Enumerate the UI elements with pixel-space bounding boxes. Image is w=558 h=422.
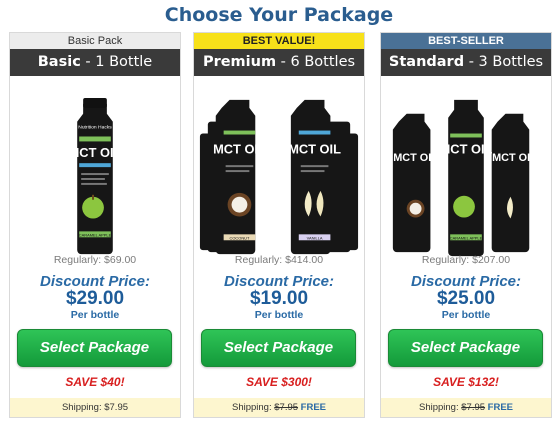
package-card-standard: BEST-SELLER Standard - 3 Bottles MCT OIL…	[380, 32, 552, 418]
select-package-button[interactable]: Select Package	[388, 329, 543, 367]
package-heading: Premium - 6 Bottles	[194, 49, 364, 76]
shipping-old-price: $7.95	[461, 402, 486, 413]
flavor-label: CARAMEL APPLE	[79, 232, 112, 237]
discount-price: $19.00	[249, 288, 309, 309]
package-name: Standard	[388, 54, 465, 70]
package-name: Basic	[37, 54, 81, 70]
page-title: Choose Your Package	[164, 4, 394, 26]
package-badge: BEST-SELLER	[381, 33, 551, 49]
shipping-label: Shipping:	[61, 402, 102, 413]
bottle-title: MCT OIL	[213, 141, 266, 156]
regular-price: Regularly: $414.00	[234, 254, 324, 266]
flavor-label: COCONUT	[230, 235, 250, 240]
bottle-title: MCT OIL	[492, 152, 537, 164]
package-quantity: 3 Bottles	[478, 54, 544, 70]
shipping-label: Shipping:	[418, 402, 459, 413]
shipping-old-price: $7.95	[274, 402, 299, 413]
savings-text: SAVE $132!	[433, 375, 499, 389]
product-image: MCT OIL MCT OIL MCT OIL CARAMEL APPLE	[392, 99, 537, 257]
discount-price: $29.00	[65, 288, 125, 309]
package-card-basic: Basic Pack Basic - 1 Bottle Nutrition Ha…	[9, 32, 181, 418]
regular-price: Regularly: $69.00	[53, 254, 137, 266]
package-card-premium: BEST VALUE! Premium - 6 Bottles MCT OIL …	[193, 32, 365, 418]
bottle-title: MCT OIL	[393, 152, 438, 164]
discount-price: $25.00	[436, 288, 496, 309]
package-name: Premium	[202, 54, 277, 70]
bottle-title: MCT OIL	[69, 145, 122, 160]
package-heading: Basic - 1 Bottle	[10, 49, 180, 76]
savings-text: SAVE $300!	[246, 375, 312, 389]
regular-price: Regularly: $207.00	[421, 254, 511, 266]
package-badge: BEST VALUE!	[194, 33, 364, 49]
bottle-group-image	[392, 99, 530, 257]
package-badge: Basic Pack	[10, 33, 180, 49]
package-heading: Standard - 3 Bottles	[381, 49, 551, 76]
shipping-free: FREE	[300, 402, 327, 413]
select-package-button[interactable]: Select Package	[201, 329, 356, 367]
shipping-info: Shipping: $7.95	[10, 398, 180, 417]
shipping-price: $7.95	[104, 402, 129, 413]
flavor-label: VANILLA	[307, 235, 323, 240]
bottle-title: MCT OIL	[288, 141, 341, 156]
shipping-label: Shipping:	[231, 402, 272, 413]
brand-text: Nutrition Hacks	[78, 125, 112, 131]
per-bottle-label: Per bottle	[254, 309, 304, 321]
shipping-free: FREE	[487, 402, 514, 413]
product-image: Nutrition Hacks MCT OIL CARAMEL APPLE	[69, 97, 122, 255]
package-quantity: 6 Bottles	[290, 54, 356, 70]
bottle-group-image	[199, 99, 359, 255]
flavor-label: CARAMEL APPLE	[450, 235, 483, 240]
per-bottle-label: Per bottle	[441, 309, 491, 321]
product-image: MCT OIL MCT OIL COCONUT VANILLA	[199, 99, 359, 255]
package-quantity: 1 Bottle	[95, 54, 153, 70]
savings-text: SAVE $40!	[65, 375, 125, 389]
bottle-image: Nutrition Hacks MCT OIL CARAMEL APPLE	[69, 97, 122, 255]
bottle-title: MCT OIL	[440, 141, 493, 156]
select-package-button[interactable]: Select Package	[17, 329, 172, 367]
shipping-info: Shipping: $7.95 FREE	[194, 398, 364, 417]
shipping-info: Shipping: $7.95 FREE	[381, 398, 551, 417]
per-bottle-label: Per bottle	[70, 309, 120, 321]
